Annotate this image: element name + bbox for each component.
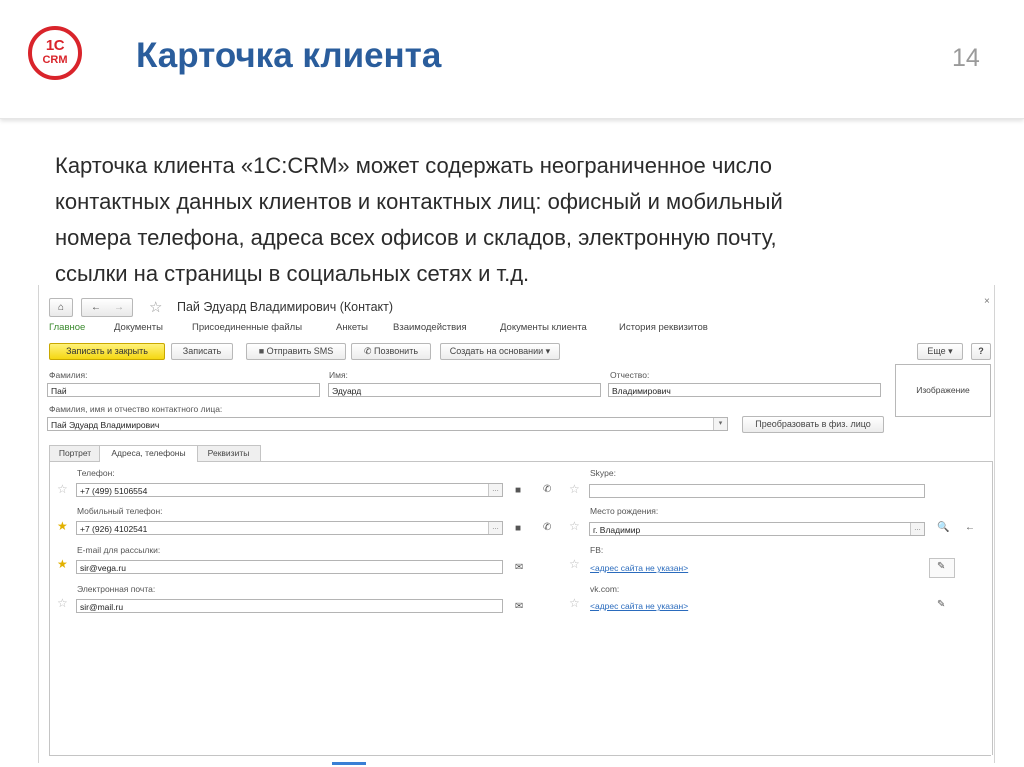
search-icon[interactable]: 🔍 [937,523,949,533]
chevron-down-icon: ▾ [545,346,551,356]
skype-label: Skype: [590,468,616,478]
panel-bottom-border [49,755,991,756]
forward-arrow-icon[interactable]: → [108,299,130,316]
last-name-label: Фамилия: [49,370,88,380]
client-card-window: ⌂ ← → ☆ Пай Эдуард Владимирович (Контакт)… [38,285,995,765]
pencil-icon[interactable]: ✎ [937,600,945,610]
star-icon[interactable]: ☆ [569,483,580,495]
patronymic-label: Отчество: [610,370,650,380]
intro-paragraph: Карточка клиента «1С:CRM» может содержат… [55,148,955,292]
more-label: Еще [927,346,946,356]
mobile-phone-value: +7 (926) 4102541 [80,524,148,534]
first-name-field[interactable]: Эдуард [328,383,601,397]
phone-icon[interactable]: ✆ [543,485,551,495]
more-icon[interactable]: … [488,484,502,496]
phone-field[interactable]: +7 (499) 5106554 … [76,483,503,497]
intro-line: номера телефона, адреса всех офисов и ск… [55,225,777,250]
home-icon: ⌂ [57,302,65,313]
call-button[interactable]: ✆ Позвонить [351,343,431,360]
tab-addresses-phones[interactable]: Адреса, телефоны [99,445,198,462]
patronymic-field[interactable]: Владимирович [608,383,881,397]
menu-item-client-documents[interactable]: Документы клиента [500,322,587,333]
fullname-field[interactable]: Пай Эдуард Владимирович ▾ [47,417,728,431]
fb-link[interactable]: <адрес сайта не указан> [590,563,688,573]
star-icon[interactable]: ☆ [569,520,580,532]
fb-edit-button[interactable]: ✎ [929,558,955,578]
mobile-phone-label: Мобильный телефон: [77,506,163,516]
phone-icon: ✆ [363,346,372,356]
help-button[interactable]: ? [971,343,991,360]
intro-line: контактных данных клиентов и контактных … [55,189,783,214]
slide-title: Карточка клиента [136,36,442,75]
logo-1c-text: 1С [45,37,65,54]
send-sms-button[interactable]: ■ Отправить SMS [246,343,346,360]
tab-requisites[interactable]: Реквизиты [196,445,261,461]
star-filled-icon[interactable]: ★ [57,558,68,570]
call-label: Позвонить [374,346,419,356]
video-icon[interactable]: ■ [515,524,521,534]
last-name-field[interactable]: Пай [47,383,320,397]
pencil-icon: ✎ [937,561,946,572]
skype-field[interactable] [589,484,925,498]
window-title: Пай Эдуард Владимирович (Контакт) [177,300,394,314]
convert-to-individual-button[interactable]: Преобразовать в физ. лицо [742,416,884,433]
create-based-label: Создать на основании [449,346,544,356]
video-icon: ■ [258,346,265,356]
fullname-value: Пай Эдуард Владимирович [51,420,160,430]
email-field[interactable]: sir@mail.ru [76,599,503,613]
video-icon[interactable]: ■ [515,486,521,496]
birthplace-label: Место рождения: [590,506,659,516]
more-icon[interactable]: … [910,523,924,535]
more-button[interactable]: Еще ▾ [917,343,963,360]
save-button[interactable]: Записать [171,343,233,360]
fb-label: FB: [590,545,604,555]
vk-link[interactable]: <адрес сайта не указан> [590,601,688,611]
menu-item-attached-files[interactable]: Присоединенные файлы [192,322,302,333]
star-icon[interactable]: ☆ [57,597,68,609]
home-button[interactable]: ⌂ [49,298,73,317]
mail-icon[interactable]: ✉ [515,563,523,573]
email-label: Электронная почта: [77,584,156,594]
menu-item-main[interactable]: Главное [49,322,85,333]
chevron-down-icon[interactable]: ▾ [713,418,727,430]
phone-value: +7 (499) 5106554 [80,486,148,496]
star-icon[interactable]: ☆ [57,483,68,495]
mail-icon[interactable]: ✉ [515,602,523,612]
image-placeholder[interactable]: Изображение [895,364,991,417]
star-icon[interactable]: ☆ [569,597,580,609]
phone-icon[interactable]: ✆ [543,523,551,533]
menu-item-requisites-history[interactable]: История реквизитов [619,322,708,333]
close-icon[interactable]: × [984,296,990,307]
slide-number: 14 [952,44,980,72]
mailing-email-field[interactable]: sir@vega.ru [76,560,503,574]
create-based-on-button[interactable]: Создать на основании ▾ [440,343,560,360]
more-icon[interactable]: … [488,522,502,534]
birthplace-value: г. Владимир [593,525,641,535]
mailing-email-label: E-mail для рассылки: [77,545,161,555]
star-icon[interactable]: ☆ [569,558,580,570]
menu-item-questionnaires[interactable]: Анкеты [336,322,368,333]
fullname-label: Фамилия, имя и отчество контактного лица… [49,404,223,414]
logo-crm-text: CRM [42,54,68,66]
intro-line: Карточка клиента «1С:CRM» может содержат… [55,153,772,178]
tab-portrait[interactable]: Портрет [49,445,101,461]
back-arrow-icon[interactable]: ← [84,299,108,316]
menu-item-documents[interactable]: Документы [114,322,163,333]
vk-label: vk.com: [590,584,620,594]
menu-item-interactions[interactable]: Взаимодействия [393,322,467,333]
favorite-star-icon[interactable]: ☆ [149,298,162,316]
birthplace-field[interactable]: г. Владимир … [589,522,925,536]
first-name-label: Имя: [329,370,348,380]
save-and-close-button[interactable]: Записать и закрыть [49,343,165,360]
arrow-left-icon[interactable]: ← [965,523,975,533]
star-filled-icon[interactable]: ★ [57,520,68,532]
phone-label: Телефон: [77,468,115,478]
send-sms-label: Отправить SMS [266,346,334,356]
history-nav-button[interactable]: ← → [81,298,133,317]
slide-header: 1С CRM Карточка клиента 14 [0,0,1024,119]
scroll-indicator[interactable] [332,762,366,765]
crm-logo: 1С CRM [28,26,82,80]
mobile-phone-field[interactable]: +7 (926) 4102541 … [76,521,503,535]
chevron-down-icon: ▾ [948,346,953,356]
